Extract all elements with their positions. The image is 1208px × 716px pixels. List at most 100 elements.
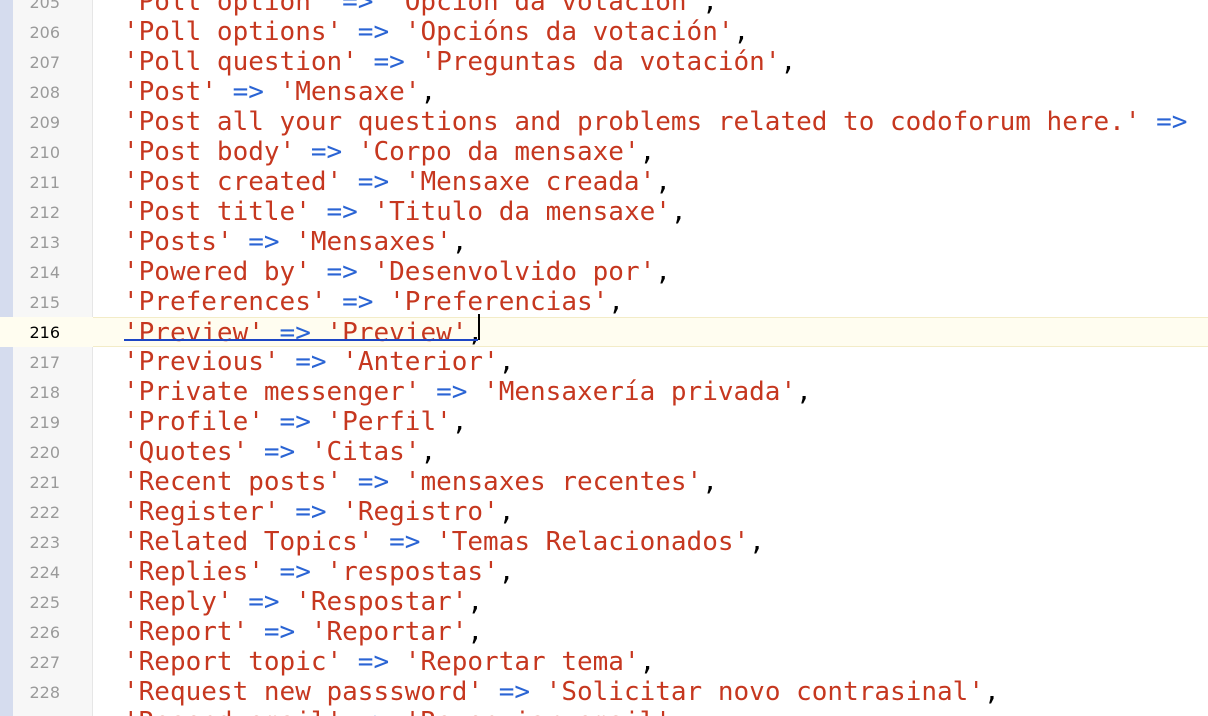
- code-line[interactable]: 225 'Reply' => 'Respostar',: [0, 587, 1208, 617]
- code-line[interactable]: 224 'Replies' => 'respostas',: [0, 557, 1208, 587]
- quote: ': [123, 467, 139, 497]
- code-area[interactable]: 'Report topic' => 'Reportar tema',: [93, 647, 1208, 677]
- string-value: Registro: [357, 497, 484, 527]
- code-area[interactable]: 'Poll option' => 'Opción da votación',: [93, 0, 1208, 17]
- code-area[interactable]: 'Private messenger' => 'Mensaxería priva…: [93, 377, 1208, 407]
- code-area[interactable]: 'Preferences' => 'Preferencias',: [93, 287, 1208, 317]
- code-line[interactable]: 207 'Poll question' => 'Preguntas da vota…: [0, 47, 1208, 77]
- code-area[interactable]: 'Preview' => 'Preview',: [93, 317, 1208, 348]
- code-line[interactable]: 205 'Poll option' => 'Opción da votación'…: [0, 0, 1208, 17]
- string-value: Respostar: [310, 587, 452, 617]
- quote: ': [263, 347, 280, 377]
- code-area[interactable]: 'Post created' => 'Mensaxe creada',: [93, 167, 1208, 197]
- quote: ': [123, 497, 139, 527]
- comma: ,: [655, 257, 671, 287]
- string-key: Reply: [138, 587, 217, 617]
- arrow-operator: =>: [1140, 107, 1204, 137]
- code-text: 'Post all your questions and problems re…: [123, 107, 1208, 137]
- code-area[interactable]: 'Powered by' => 'Desenvolvido por',: [93, 257, 1208, 287]
- code-area[interactable]: 'Posts' => 'Mensaxes',: [93, 227, 1208, 257]
- code-area[interactable]: 'Post' => 'Mensaxe',: [93, 77, 1208, 107]
- quote: ': [248, 407, 264, 437]
- code-line[interactable]: 216 'Preview' => 'Preview',: [0, 317, 1208, 348]
- string-key: Report: [138, 617, 233, 647]
- code-area[interactable]: 'Previous' => 'Anterior',: [93, 347, 1208, 377]
- text-caret: [478, 314, 480, 340]
- quote: ': [404, 167, 421, 197]
- string-key: Post body: [138, 137, 280, 167]
- code-area[interactable]: 'Request new passsword' => 'Solicitar no…: [93, 677, 1208, 707]
- arrow-operator: =>: [420, 377, 484, 407]
- code-text: 'Quotes' => 'Citas',: [123, 437, 436, 467]
- code-area[interactable]: 'Recent posts' => 'mensaxes recentes',: [93, 467, 1208, 497]
- code-line[interactable]: 212 'Post title' => 'Titulo da mensaxe',: [0, 197, 1208, 227]
- code-text: 'Reply' => 'Respostar',: [123, 587, 483, 617]
- code-area[interactable]: 'Replies' => 'respostas',: [93, 557, 1208, 587]
- comma: ,: [702, 0, 718, 17]
- code-area[interactable]: 'Post body' => 'Corpo da mensaxe',: [93, 137, 1208, 167]
- string-value: Desenvolvido por: [389, 257, 640, 287]
- code-line[interactable]: 221 'Recent posts' => 'mensaxes recentes'…: [0, 467, 1208, 497]
- code-line[interactable]: 227 'Report topic' => 'Reportar tema',: [0, 647, 1208, 677]
- string-value: Mensaxería privada: [498, 377, 781, 407]
- string-value: Preview: [342, 318, 452, 348]
- code-area[interactable]: 'Post title' => 'Titulo da mensaxe',: [93, 197, 1208, 227]
- quote: ': [123, 167, 139, 197]
- code-line[interactable]: 208 'Post' => 'Mensaxe',: [0, 77, 1208, 107]
- comma: ,: [749, 527, 765, 557]
- quote: ': [404, 647, 421, 677]
- code-line[interactable]: 209 'Post all your questions and problems…: [0, 107, 1208, 137]
- code-area[interactable]: 'Profile' => 'Perfil',: [93, 407, 1208, 437]
- code-area[interactable]: 'Related Topics' => 'Temas Relacionados'…: [93, 527, 1208, 557]
- code-line[interactable]: 228 'Request new passsword' => 'Solicitar…: [0, 677, 1208, 707]
- quote: ': [295, 197, 311, 227]
- quote: ': [483, 497, 499, 527]
- code-line[interactable]: 214 'Powered by' => 'Desenvolvido por',: [0, 257, 1208, 287]
- arrow-operator: =>: [216, 77, 280, 107]
- code-text: 'Previous' => 'Anterior',: [123, 347, 514, 377]
- code-line[interactable]: 218 'Private messenger' => 'Mensaxería pr…: [0, 377, 1208, 407]
- code-area[interactable]: 'Register' => 'Registro',: [93, 497, 1208, 527]
- code-line[interactable]: 206 'Poll options' => 'Opcións da votació…: [0, 17, 1208, 47]
- code-area[interactable]: 'Quotes' => 'Citas',: [93, 437, 1208, 467]
- quote: ': [373, 257, 390, 287]
- code-area[interactable]: 'Resend email' => 'Re-enviar email',: [93, 707, 1208, 716]
- arrow-operator: =>: [342, 467, 405, 497]
- line-number: 213: [29, 233, 60, 252]
- quote: ': [295, 587, 311, 617]
- code-area[interactable]: 'Poll options' => 'Opcións da votación',: [93, 17, 1208, 47]
- code-text: 'Post body' => 'Corpo da mensaxe',: [123, 137, 655, 167]
- code-line[interactable]: 223 'Related Topics' => 'Temas Relacionad…: [0, 527, 1208, 557]
- string-value: Titulo da mensaxe: [389, 197, 656, 227]
- code-line[interactable]: 213 'Posts' => 'Mensaxes',: [0, 227, 1208, 257]
- quote: ': [357, 137, 374, 167]
- code-area[interactable]: 'Report' => 'Reportar',: [93, 617, 1208, 647]
- quote: ': [655, 197, 671, 227]
- quote: ': [404, 377, 421, 407]
- code-text: 'Request new passsword' => 'Solicitar no…: [123, 677, 1000, 707]
- code-line[interactable]: 220 'Quotes' => 'Citas',: [0, 437, 1208, 467]
- code-line[interactable]: 229'Resend email' => 'Re-enviar email',: [0, 707, 1208, 716]
- code-area[interactable]: 'Post all your questions and problems re…: [93, 107, 1208, 137]
- quote: ': [123, 647, 139, 677]
- quote: ': [451, 318, 468, 348]
- line-number: 223: [29, 533, 60, 552]
- code-line[interactable]: 210 'Post body' => 'Corpo da mensaxe',: [0, 137, 1208, 167]
- code-line[interactable]: 219 'Profile' => 'Perfil',: [0, 407, 1208, 437]
- quote: ': [248, 318, 264, 348]
- code-line[interactable]: 222 'Register' => 'Registro',: [0, 497, 1208, 527]
- quote: ': [420, 47, 437, 77]
- code-line[interactable]: 211 'Post created' => 'Mensaxe creada',: [0, 167, 1208, 197]
- quote: ': [326, 407, 343, 437]
- code-editor[interactable]: 205 'Poll option' => 'Opción da votación'…: [0, 0, 1208, 716]
- string-key: Post title: [138, 197, 296, 227]
- code-line[interactable]: 226 'Report' => 'Reportar',: [0, 617, 1208, 647]
- code-area[interactable]: 'Reply' => 'Respostar',: [93, 587, 1208, 617]
- code-line[interactable]: 217 'Previous' => 'Anterior',: [0, 347, 1208, 377]
- code-area[interactable]: 'Poll question' => 'Preguntas da votació…: [93, 47, 1208, 77]
- line-number: 211: [29, 173, 60, 192]
- code-line[interactable]: 215 'Preferences' => 'Preferencias',: [0, 287, 1208, 317]
- quote: ': [232, 617, 249, 647]
- quote: ': [123, 707, 139, 716]
- quote: ': [326, 318, 343, 348]
